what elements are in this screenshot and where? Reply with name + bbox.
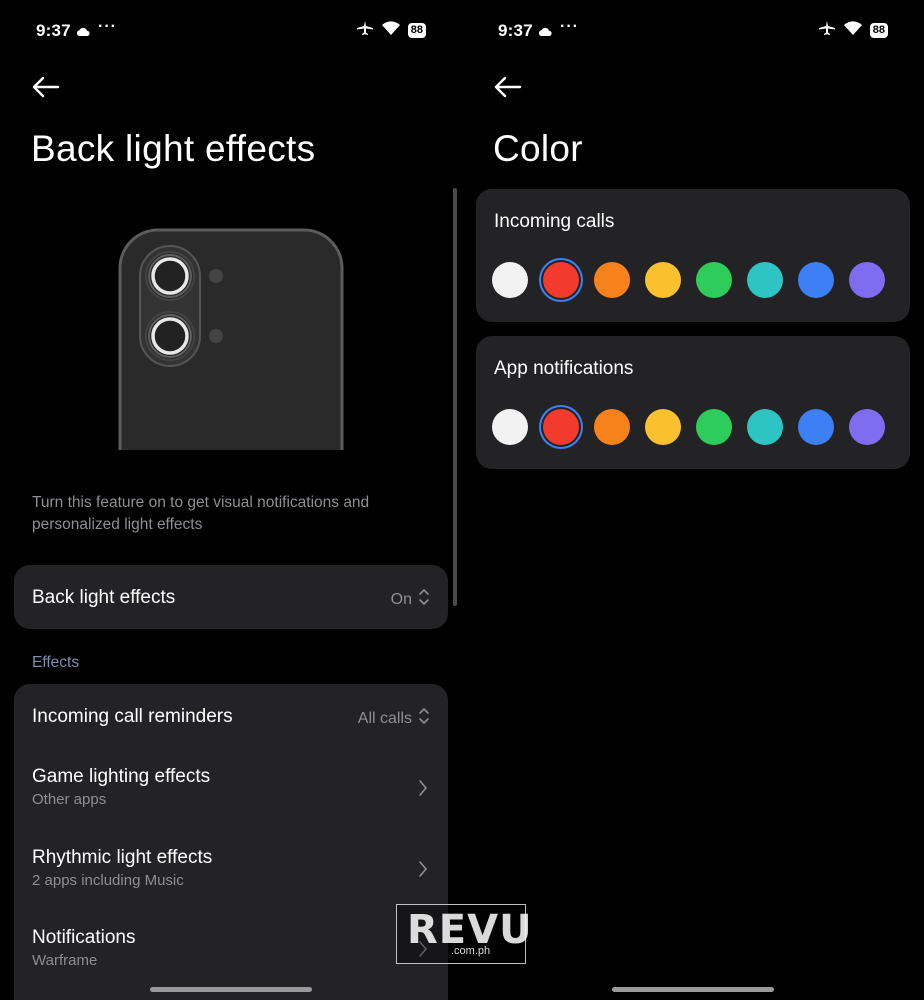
color-swatch-teal[interactable] bbox=[747, 262, 783, 298]
effects-card: Incoming call reminders All calls Game l… bbox=[14, 684, 448, 1000]
row-title: Notifications bbox=[32, 927, 136, 948]
back-light-toggle-row[interactable]: Back light effects On bbox=[14, 565, 448, 629]
battery-indicator: 88 bbox=[869, 23, 888, 38]
scrollbar[interactable] bbox=[453, 188, 457, 606]
color-swatch-green[interactable] bbox=[696, 262, 732, 298]
row-subtitle: 2 apps including Music bbox=[32, 872, 184, 889]
chevron-right-icon bbox=[418, 860, 428, 883]
home-indicator[interactable] bbox=[612, 987, 774, 992]
back-arrow-icon[interactable] bbox=[30, 74, 62, 100]
status-time: 9:37 bbox=[498, 21, 533, 40]
game-lighting-effects-row[interactable]: Game lighting effects Other apps bbox=[14, 754, 448, 830]
back-light-effects-screen: 9:37 ··· 88 Back light effects Turn this… bbox=[0, 0, 462, 1000]
home-indicator[interactable] bbox=[150, 987, 312, 992]
section-label-effects: Effects bbox=[32, 654, 80, 671]
status-time: 9:37 bbox=[36, 21, 71, 40]
row-value: All calls bbox=[358, 706, 430, 731]
rhythmic-light-effects-row[interactable]: Rhythmic light effects 2 apps including … bbox=[14, 834, 448, 910]
toggle-row-value: On bbox=[391, 587, 430, 612]
toggle-row-label: Back light effects bbox=[32, 587, 176, 608]
color-swatch-row bbox=[492, 262, 885, 298]
row-subtitle: Warframe bbox=[32, 952, 98, 969]
color-screen: 9:37 ··· 88 Color Incoming calls App not… bbox=[462, 0, 924, 1000]
battery-indicator: 88 bbox=[407, 23, 426, 38]
page-title: Back light effects bbox=[31, 128, 316, 169]
wifi-icon bbox=[381, 20, 401, 41]
chevron-right-icon bbox=[418, 779, 428, 802]
phone-back-illustration bbox=[118, 228, 344, 450]
revu-watermark-logo: REVU .com.ph bbox=[396, 904, 532, 964]
airplane-icon bbox=[818, 20, 836, 41]
color-swatch-row bbox=[492, 409, 885, 445]
card-title: Incoming calls bbox=[494, 211, 615, 232]
up-down-chevron-icon bbox=[418, 587, 430, 612]
toggle-value-text: On bbox=[390, 590, 412, 608]
status-bar: 9:37 ··· 88 bbox=[462, 18, 924, 44]
wifi-icon bbox=[843, 20, 863, 41]
color-swatch-orange[interactable] bbox=[594, 262, 630, 298]
row-value-text: All calls bbox=[357, 709, 412, 727]
row-subtitle: Other apps bbox=[32, 791, 107, 808]
feature-description: Turn this feature on to get visual notif… bbox=[32, 494, 370, 533]
color-swatch-green[interactable] bbox=[696, 409, 732, 445]
color-swatch-blue[interactable] bbox=[798, 409, 834, 445]
color-swatch-red[interactable] bbox=[543, 409, 579, 445]
color-swatch-white[interactable] bbox=[492, 409, 528, 445]
status-more-dots: ··· bbox=[560, 18, 579, 35]
color-swatch-yellow[interactable] bbox=[645, 262, 681, 298]
cloud-icon bbox=[538, 24, 552, 42]
page-title: Color bbox=[493, 128, 583, 169]
color-swatch-purple[interactable] bbox=[849, 409, 885, 445]
up-down-chevron-icon bbox=[418, 706, 430, 731]
status-bar: 9:37 ··· 88 bbox=[0, 18, 462, 44]
notifications-row[interactable]: Notifications Warframe bbox=[14, 914, 448, 990]
color-swatch-teal[interactable] bbox=[747, 409, 783, 445]
row-title: Incoming call reminders bbox=[32, 706, 233, 727]
status-more-dots: ··· bbox=[98, 18, 117, 35]
color-swatch-blue[interactable] bbox=[798, 262, 834, 298]
airplane-icon bbox=[356, 20, 374, 41]
back-arrow-icon[interactable] bbox=[492, 74, 524, 100]
card-title: App notifications bbox=[494, 358, 634, 379]
row-title: Rhythmic light effects bbox=[32, 847, 213, 868]
row-title: Game lighting effects bbox=[32, 766, 211, 787]
cloud-icon bbox=[76, 24, 90, 42]
color-swatch-orange[interactable] bbox=[594, 409, 630, 445]
app-notifications-color-card: App notifications bbox=[476, 336, 910, 469]
incoming-call-reminders-row[interactable]: Incoming call reminders All calls bbox=[14, 684, 448, 748]
color-swatch-yellow[interactable] bbox=[645, 409, 681, 445]
color-swatch-red[interactable] bbox=[543, 262, 579, 298]
color-swatch-white[interactable] bbox=[492, 262, 528, 298]
color-swatch-purple[interactable] bbox=[849, 262, 885, 298]
watermark-subtext: .com.ph bbox=[451, 945, 491, 957]
incoming-calls-color-card: Incoming calls bbox=[476, 189, 910, 322]
